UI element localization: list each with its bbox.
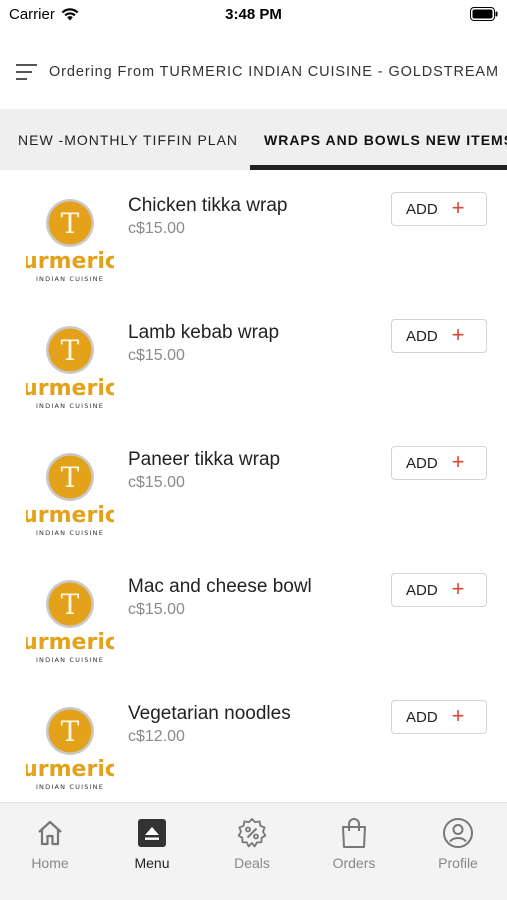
logo-sub: INDIAN CUISINE (36, 402, 104, 410)
item-name: Lamb kebab wrap (128, 322, 280, 343)
shopping-bag-icon (338, 817, 370, 849)
item-price: c$12.00 (128, 728, 185, 745)
plus-icon: + (451, 195, 465, 220)
nav-deals-label: Deals (234, 855, 270, 871)
logo-brand: urmeric (26, 503, 114, 528)
profile-icon (442, 817, 474, 849)
logo-brand: urmeric (26, 249, 114, 274)
add-button[interactable]: ADD + (391, 319, 487, 353)
logo-sub: INDIAN CUISINE (36, 783, 104, 791)
logo-sub: INDIAN CUISINE (36, 656, 104, 664)
menu-icon (136, 817, 168, 849)
plus-icon: + (451, 449, 465, 474)
item-name: Chicken tikka wrap (128, 195, 288, 216)
turmeric-logo-icon: TurmericINDIAN CUISINE (26, 580, 114, 664)
menu-item[interactable]: Turmeric INDIAN CUISINE Vegetarian noodles… (0, 678, 507, 802)
nav-deals[interactable]: Deals (212, 817, 292, 877)
nav-orders[interactable]: Orders (314, 817, 394, 877)
logo-letter: T (61, 715, 80, 748)
add-label: ADD (406, 708, 438, 726)
bottom-nav: Home Menu Deals Orders Profile (0, 802, 507, 900)
ordering-from-title[interactable]: Ordering From TURMERIC INDIAN CUISINE - … (49, 64, 499, 80)
logo-sub: INDIAN CUISINE (36, 529, 104, 537)
logo-letter: T (61, 461, 80, 494)
menu-item[interactable]: Turmeric INDIAN CUISINE Paneer tikka wrap c… (0, 424, 507, 551)
turmeric-logo-icon: TurmericINDIAN CUISINE (26, 453, 114, 537)
status-time: 3:48 PM (225, 6, 282, 23)
tab-monthly-tiffin-plan[interactable]: NEW -MONTHLY TIFFIN PLAN (18, 109, 238, 170)
nav-profile-label: Profile (438, 855, 478, 871)
plus-icon: + (451, 322, 465, 347)
menu-item[interactable]: Turmeric INDIAN CUISINE Lamb kebab wrap c$1… (0, 297, 507, 424)
nav-menu-label: Menu (134, 855, 170, 871)
plus-icon: + (451, 576, 465, 601)
item-name: Vegetarian noodles (128, 703, 291, 724)
turmeric-logo-icon: TurmericINDIAN CUISINE (26, 707, 114, 791)
deals-badge-icon (236, 817, 268, 849)
turmeric-logo-icon: TurmericINDIAN CUISINE (26, 326, 114, 410)
logo-brand: urmeric (26, 757, 114, 782)
add-label: ADD (406, 327, 438, 345)
logo-letter: T (61, 588, 80, 621)
nav-orders-label: Orders (332, 855, 376, 871)
add-button[interactable]: ADD + (391, 446, 487, 480)
logo-brand: urmeric (26, 376, 114, 401)
logo-letter: T (61, 207, 80, 240)
home-icon (34, 817, 66, 849)
logo-letter: T (61, 334, 80, 367)
item-name: Paneer tikka wrap (128, 449, 281, 470)
battery-icon (470, 7, 498, 26)
item-price: c$15.00 (128, 347, 185, 364)
nav-home-label: Home (31, 855, 69, 871)
logo-sub: INDIAN CUISINE (36, 275, 104, 283)
nav-home[interactable]: Home (10, 817, 90, 877)
item-price: c$15.00 (128, 220, 185, 237)
add-label: ADD (406, 454, 438, 472)
nav-menu[interactable]: Menu (112, 817, 192, 877)
category-tabs: NEW -MONTHLY TIFFIN PLAN WRAPS AND BOWLS… (0, 109, 507, 170)
item-price: c$15.00 (128, 601, 185, 618)
add-button[interactable]: ADD + (391, 192, 487, 226)
menu-item-list: Turmeric INDIAN CUISINE Chicken tikka wrap… (0, 170, 507, 802)
menu-lines-icon[interactable] (16, 63, 38, 81)
menu-item[interactable]: Turmeric INDIAN CUISINE Chicken tikka wrap… (0, 170, 507, 297)
turmeric-logo-icon: TurmericINDIAN CUISINE (26, 199, 114, 283)
tab-wraps-and-bowls[interactable]: WRAPS AND BOWLS NEW ITEMS! (264, 109, 507, 170)
item-price: c$15.00 (128, 474, 185, 491)
add-button[interactable]: ADD + (391, 573, 487, 607)
logo-brand: urmeric (26, 630, 114, 655)
menu-item[interactable]: Turmeric INDIAN CUISINE Mac and cheese bow… (0, 551, 507, 678)
nav-profile[interactable]: Profile (418, 817, 498, 877)
plus-icon: + (451, 703, 465, 728)
add-label: ADD (406, 200, 438, 218)
add-label: ADD (406, 581, 438, 599)
item-name: Mac and cheese bowl (128, 576, 312, 597)
add-button[interactable]: ADD + (391, 700, 487, 734)
header: Ordering From TURMERIC INDIAN CUISINE - … (0, 52, 507, 92)
status-bar: Carrier 3:48 PM (0, 0, 507, 30)
